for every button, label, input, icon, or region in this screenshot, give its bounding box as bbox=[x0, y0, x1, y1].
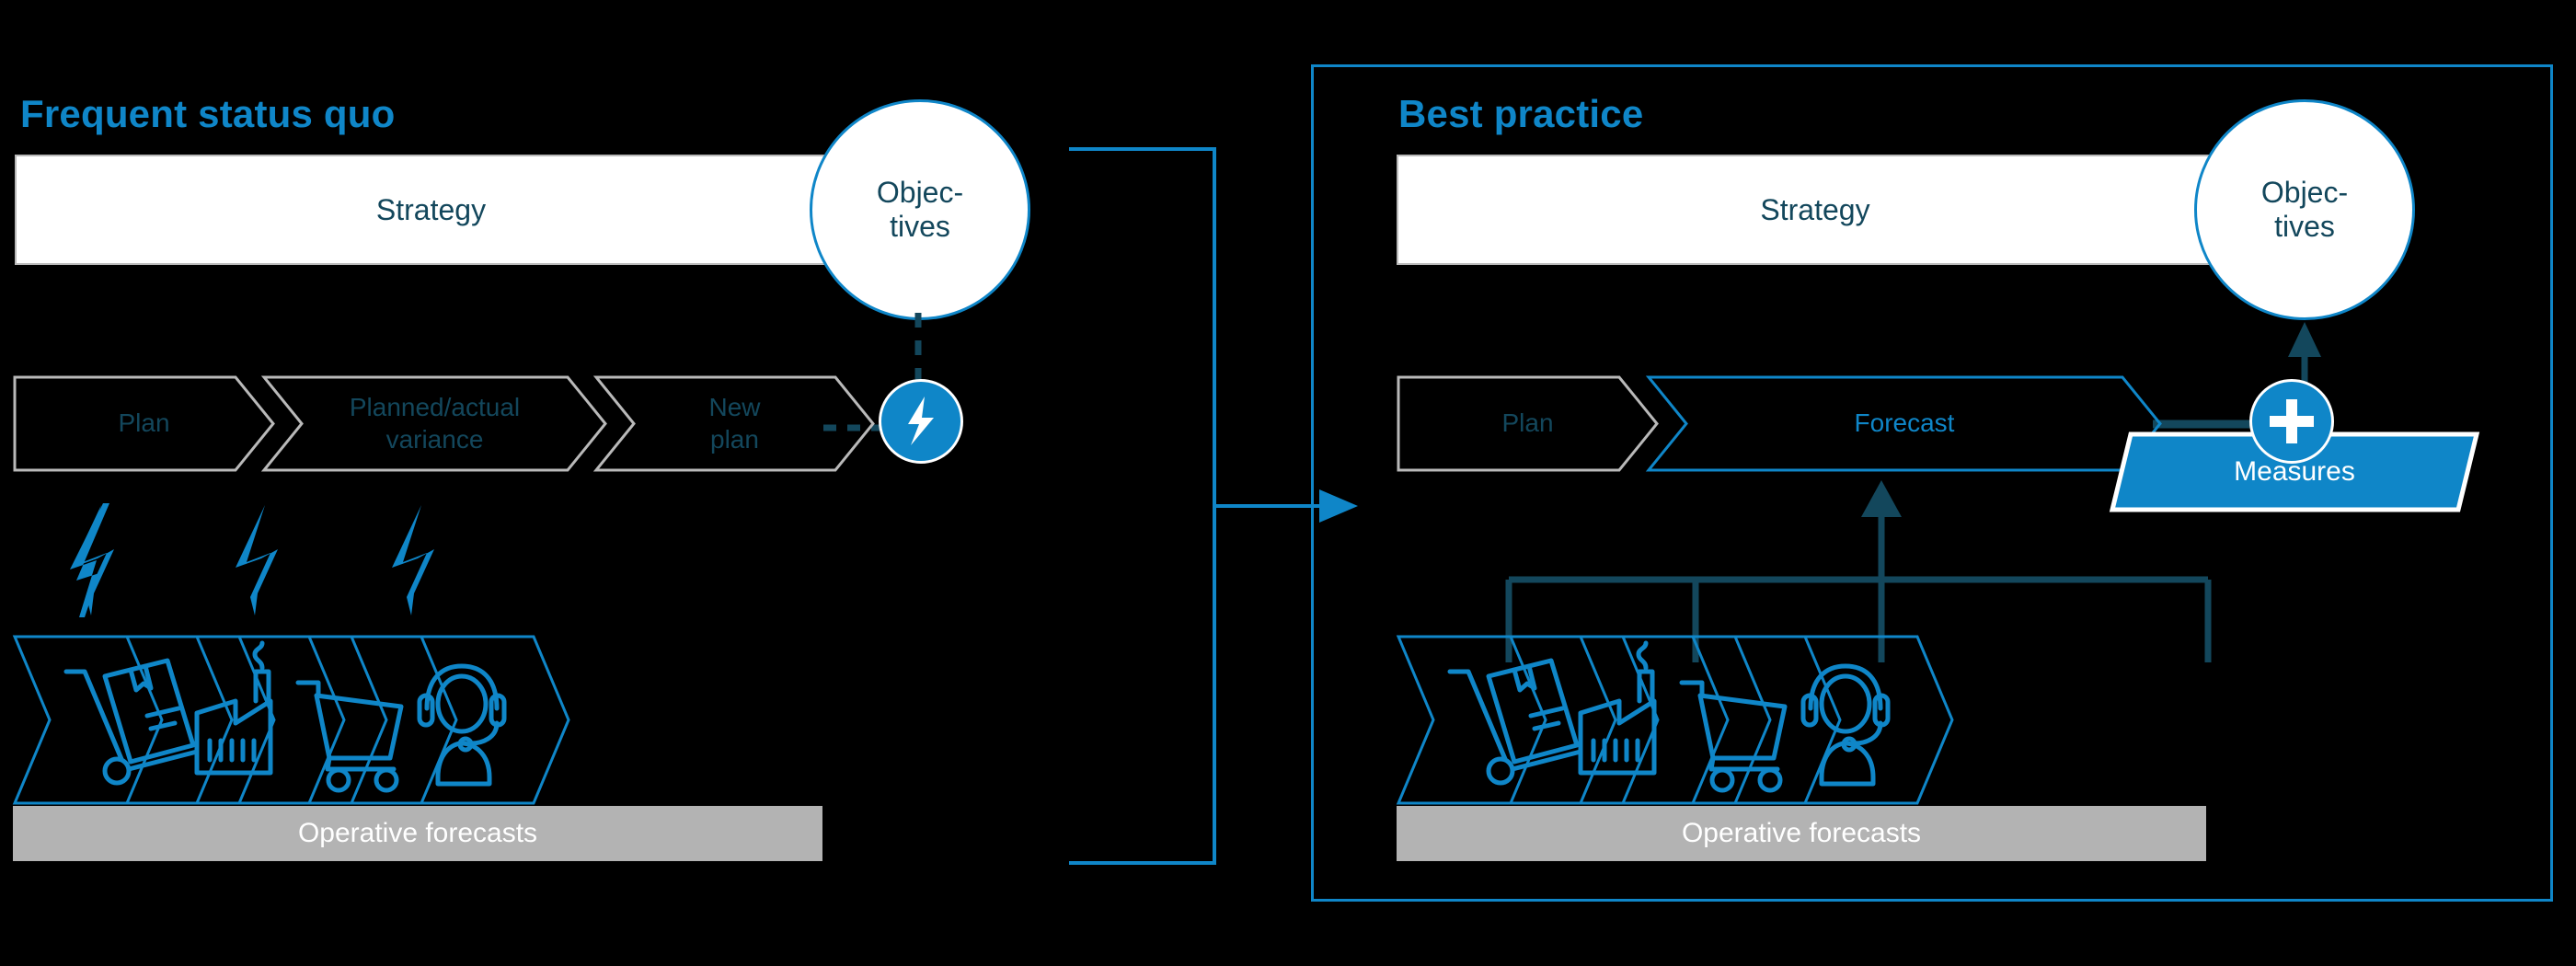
right-operative-forecasts-bar: Operative forecasts bbox=[1397, 806, 2206, 861]
lightning-bolt-badge-icon bbox=[908, 397, 934, 445]
right-objectives-line1: Objec- bbox=[2260, 175, 2349, 209]
left-process-step-new-plan-label: New plan bbox=[708, 393, 761, 454]
right-panel-title: Best practice bbox=[1398, 92, 1644, 135]
bracket-arrow-right-icon bbox=[1069, 147, 1323, 865]
left-objectives-circle: Objec- tives bbox=[810, 99, 1030, 320]
left-process-step-variance[interactable]: Planned/actual variance bbox=[260, 375, 607, 472]
left-strategy-label: Strategy bbox=[375, 192, 487, 226]
panels-connector-bracket bbox=[1069, 147, 1358, 865]
arrow-up-icon bbox=[1861, 480, 1902, 517]
right-operative-forecasts-label: Operative forecasts bbox=[1681, 818, 1922, 848]
right-objectives-circle: Objec- tives bbox=[2194, 99, 2415, 320]
right-process-step-forecast-label: Forecast bbox=[1854, 408, 1955, 438]
headset-support-icon bbox=[1800, 663, 1891, 787]
left-objectives-line2: tives bbox=[890, 210, 950, 243]
left-strategy-banner: Strategy bbox=[15, 152, 925, 266]
right-strategy-bar: Strategy bbox=[1397, 155, 2234, 265]
left-process-step-variance-label: Planned/actual variance bbox=[349, 393, 521, 454]
left-objectives-line1: Objec- bbox=[876, 175, 964, 209]
left-pain-bolt-1 bbox=[70, 503, 114, 617]
right-process-step-plan[interactable]: Plan bbox=[1397, 375, 1659, 472]
left-operative-forecasts-bar: Operative forecasts bbox=[13, 806, 822, 861]
left-pain-bolt-3 bbox=[392, 505, 434, 615]
left-process-step-plan-label: Plan bbox=[118, 408, 170, 438]
right-plus-badge bbox=[2249, 379, 2334, 464]
left-operative-chevron-service[interactable] bbox=[349, 635, 570, 805]
left-strategy-bar: Strategy bbox=[15, 155, 847, 265]
left-disconnect-bolt-badge bbox=[879, 379, 963, 464]
right-process-step-forecast[interactable]: Forecast bbox=[1645, 375, 2162, 472]
right-objectives-line2: tives bbox=[2274, 210, 2335, 243]
left-pain-bolt-2 bbox=[236, 505, 278, 615]
headset-support-icon bbox=[417, 663, 507, 787]
left-operative-forecasts-label: Operative forecasts bbox=[297, 818, 538, 848]
right-operative-chevron-service[interactable] bbox=[1732, 635, 1954, 805]
right-strategy-banner: Strategy bbox=[1397, 152, 2311, 266]
plus-circle-icon bbox=[2270, 399, 2314, 443]
left-process-step-plan[interactable]: Plan bbox=[13, 375, 275, 472]
right-process-step-plan-label: Plan bbox=[1501, 408, 1554, 438]
diagram-canvas: Frequent status quo Strategy Objec- tive… bbox=[0, 0, 2576, 966]
left-panel-title: Frequent status quo bbox=[20, 92, 396, 135]
left-process-step-new-plan[interactable]: New plan bbox=[592, 375, 875, 472]
right-strategy-label: Strategy bbox=[1760, 192, 1870, 226]
